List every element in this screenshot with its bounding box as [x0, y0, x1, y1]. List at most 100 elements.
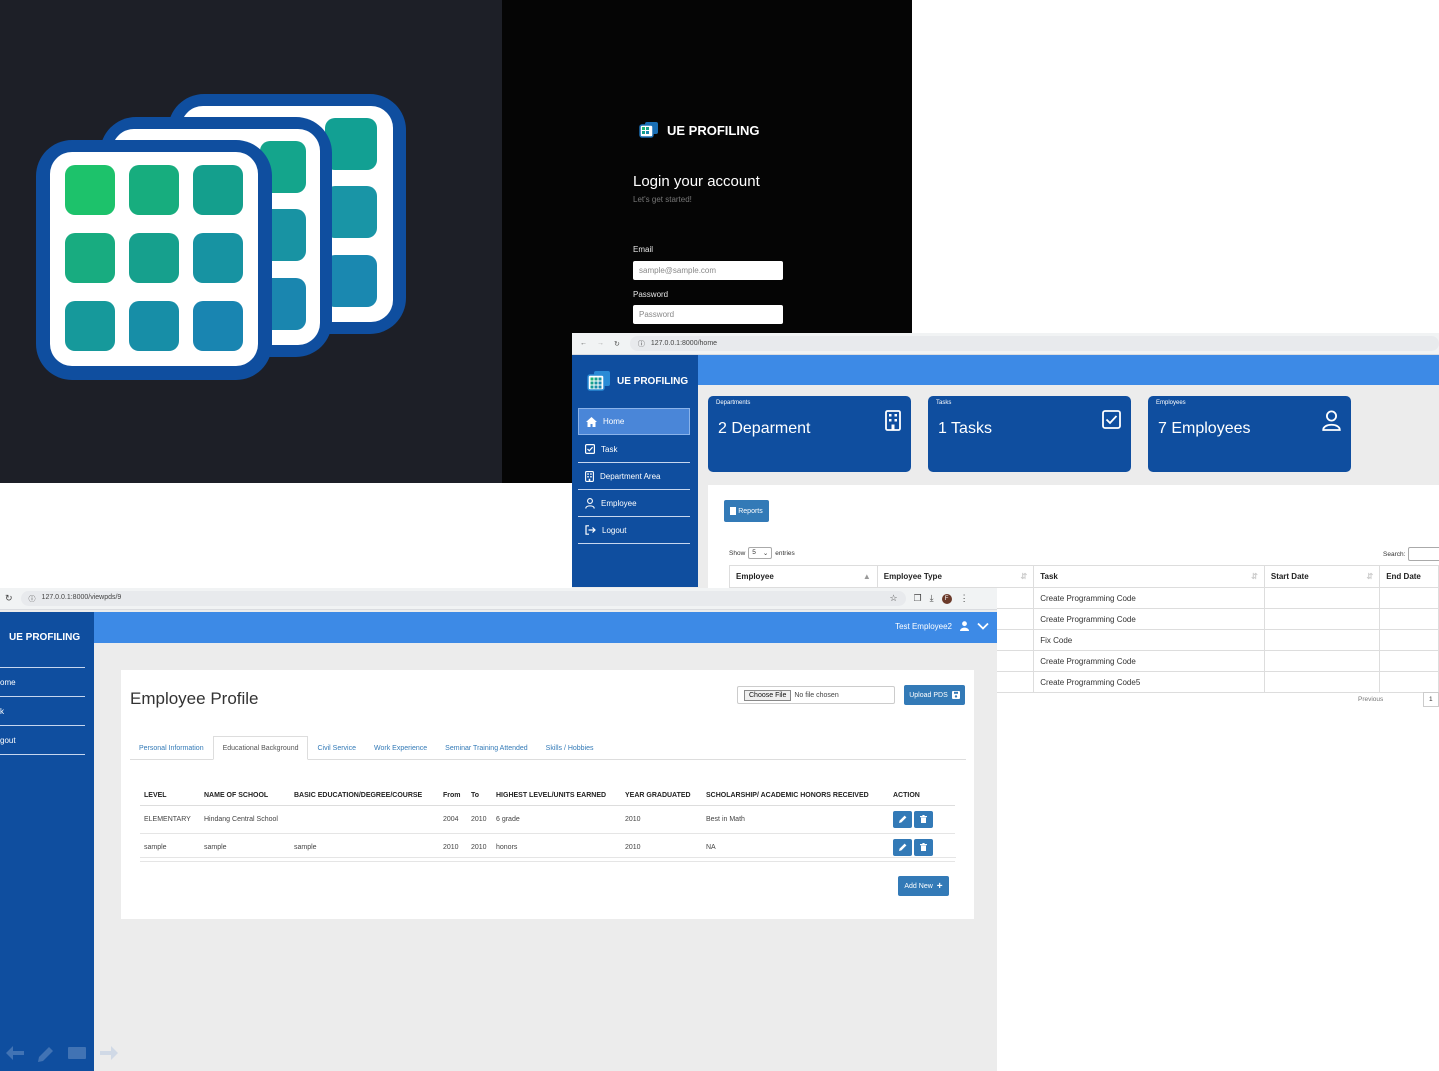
tab-skills-hobbies[interactable]: Skills / Hobbies [537, 736, 603, 760]
plus-icon: + [936, 880, 943, 892]
brand-name: UE PROFILING [667, 122, 760, 138]
column-header-employee[interactable]: Employee ▲ [729, 565, 878, 588]
sidebar-item-employee[interactable]: Employee [578, 490, 690, 517]
password-field[interactable]: Password [633, 305, 783, 324]
card-value: 1 Tasks [938, 420, 992, 437]
column-header-start-date[interactable]: Start Date ⇵ [1263, 565, 1381, 588]
email-field[interactable]: sample@sample.com [633, 261, 783, 280]
column-header: BASIC EDUCATION/DEGREE/COURSE [290, 787, 439, 806]
task-cell: Fix Code [1033, 629, 1265, 651]
extensions-icon[interactable]: ❐ [914, 593, 922, 604]
profile-tabs: Personal Information Educational Backgro… [130, 736, 966, 760]
address-bar[interactable]: ⓘ 127.0.0.1:8000/home [629, 336, 1439, 351]
tab-educational-background[interactable]: Educational Background [212, 736, 309, 760]
sidebar-item-logout[interactable]: Logout [578, 517, 690, 544]
forward-icon[interactable]: → [597, 340, 604, 347]
sidebar-item-task[interactable]: k [0, 698, 85, 726]
user-menu[interactable]: Test Employee2 [895, 621, 989, 631]
task-cell: Create Programming Code [1033, 587, 1265, 609]
more-options-icon[interactable]: ⋮ [960, 593, 969, 604]
sidebar-item-task[interactable]: Task [578, 436, 690, 463]
sidebar-item-home[interactable]: Home [578, 408, 690, 435]
tab-personal-information[interactable]: Personal Information [130, 736, 213, 760]
browser-toolbar: ↻ ⓘ 127.0.0.1:8000/viewpds/9 ☆ ❐ ⤓ F ⋮ [0, 588, 997, 610]
document-icon [730, 507, 737, 515]
education-table: LEVEL NAME OF SCHOOL BASIC EDUCATION/DEG… [140, 787, 955, 862]
column-header-end-date[interactable]: End Date [1379, 565, 1439, 588]
keyboard-icon [68, 1047, 86, 1059]
card-label: Tasks [936, 400, 952, 406]
card-label: Departments [716, 400, 751, 406]
entries-select[interactable]: 5 ⌄ [748, 547, 773, 559]
choose-file-button[interactable]: Choose File [744, 689, 792, 701]
pencil-icon [38, 1047, 53, 1062]
upload-pds-button[interactable]: Upload PDS [904, 685, 965, 705]
avatar[interactable]: F [941, 593, 952, 604]
top-bar: Test Employee2 [94, 612, 997, 643]
reload-icon[interactable]: ↻ [5, 593, 13, 604]
address-bar[interactable]: ⓘ 127.0.0.1:8000/viewpds/9 ☆ [20, 591, 906, 606]
sidebar-item-department-area[interactable]: Department Area [578, 463, 690, 490]
table-divider [140, 857, 956, 858]
pagination-page[interactable]: 1 [1423, 692, 1439, 707]
info-icon: ⓘ [637, 340, 645, 348]
column-header: LEVEL [140, 787, 200, 806]
building-icon [585, 470, 594, 482]
sidebar-item-logout[interactable]: gout [0, 727, 85, 755]
column-header-employee-type[interactable]: Employee Type ⇵ [876, 565, 1035, 588]
reload-icon[interactable]: ↻ [614, 340, 620, 348]
user-icon [960, 621, 969, 631]
email-label: Email [633, 245, 654, 254]
tasks-card[interactable]: Tasks 1 Tasks [928, 396, 1131, 472]
row-actions [889, 805, 955, 834]
edit-button[interactable] [893, 838, 912, 856]
browser-toolbar: ← → ↻ ⓘ 127.0.0.1:8000/home [572, 333, 1439, 355]
trash-icon [920, 815, 927, 823]
app-logo-panel [0, 0, 502, 483]
entries-control: Show 5 ⌄ entries [729, 547, 795, 559]
search-control: Search: [1383, 547, 1439, 561]
top-bar [698, 355, 1439, 385]
task-cell: Create Programming Code [1033, 650, 1265, 672]
search-label: Search: [1383, 550, 1406, 558]
pds-file-input[interactable]: Choose File No file chosen [737, 686, 895, 704]
back-icon[interactable]: ← [580, 340, 587, 347]
brand-name: UE PROFILING [617, 375, 689, 387]
sidebar-item-home[interactable]: ome [0, 669, 85, 697]
column-header: HIGHEST LEVEL/UNITS EARNED [492, 787, 621, 806]
user-name: Test Employee2 [895, 621, 952, 631]
tab-civil-service[interactable]: Civil Service [308, 736, 365, 760]
pencil-icon [898, 815, 906, 823]
bookmark-star-icon[interactable]: ☆ [889, 593, 897, 604]
employees-card[interactable]: Employees 7 Employees [1148, 396, 1351, 472]
tab-seminar-training[interactable]: Seminar Training Attended [436, 736, 537, 760]
table-row: ELEMENTARY Hindang Central School 2004 201… [140, 805, 955, 834]
sidebar-footer-icons [6, 1046, 118, 1062]
departments-card[interactable]: Departments 2 Deparment [708, 396, 911, 472]
column-header: SCHOLARSHIP/ ACADEMIC HONORS RECEIVED [702, 787, 889, 806]
page-title: Employee Profile [130, 689, 259, 708]
delete-button[interactable] [914, 838, 933, 856]
sidebar-brand: UE PROFILING [9, 632, 81, 643]
delete-button[interactable] [914, 810, 933, 828]
show-label: Show [729, 549, 746, 557]
reports-label: Reports [738, 507, 763, 515]
save-icon [951, 691, 960, 699]
add-new-button[interactable]: Add New + [898, 876, 949, 896]
pagination-previous[interactable]: Previous [1358, 696, 1383, 703]
reports-button[interactable]: Reports [724, 500, 769, 522]
employee-profile-card: Employee Profile Choose File No file cho… [121, 670, 974, 919]
table-header-row: Employee ▲ Employee Type ⇵ Task ⇵ Start Dat… [729, 565, 1439, 588]
column-header-task[interactable]: Task ⇵ [1033, 565, 1265, 588]
column-header: NAME OF SCHOOL [200, 787, 290, 806]
password-label: Password [633, 290, 669, 299]
forward-arrow-icon [100, 1046, 118, 1060]
download-icon[interactable]: ⤓ [930, 593, 934, 604]
card-value: 7 Employees [1158, 420, 1251, 437]
column-header: From [439, 787, 467, 806]
edit-button[interactable] [893, 810, 912, 828]
search-input[interactable] [1408, 547, 1439, 561]
sidebar-item-label: Employee [601, 498, 637, 508]
url-text: 127.0.0.1:8000/viewpds/9 [41, 593, 122, 601]
tab-work-experience[interactable]: Work Experience [365, 736, 436, 760]
